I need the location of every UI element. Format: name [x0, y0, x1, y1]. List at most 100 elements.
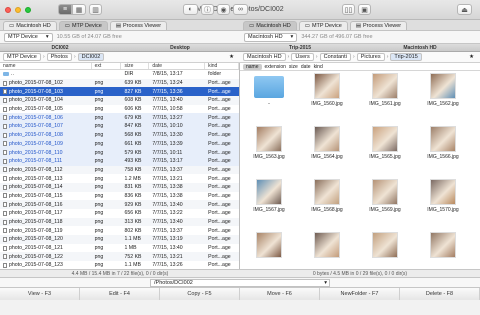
table-row[interactable]: photo_2015-07-08_123 png 1.1 MB 7/7/15, 13:…	[0, 261, 239, 269]
thumbnail-item[interactable]: IMG_1561.jpg	[362, 73, 408, 107]
thumbnail-item[interactable]: IMG_1563.jpg	[246, 126, 292, 160]
col-kind[interactable]: kind	[205, 63, 239, 69]
col-kind[interactable]: kind	[314, 64, 323, 70]
left-file-list[interactable]: name ext size date kind .. DIR 7/8/15, 13:…	[0, 63, 240, 269]
tab-right-macintosh-hd[interactable]: ▭ Macintosh HD	[243, 21, 297, 30]
delete-button[interactable]: Delete - F8	[400, 288, 480, 300]
tab-left-mtp-device[interactable]: ▭ MTP Device	[58, 21, 108, 30]
tab-right-process-viewer[interactable]: ▤ Process Viewer	[349, 21, 408, 30]
thumbnail-item[interactable]: IMG_1570.jpg	[420, 179, 466, 213]
col-extension[interactable]: extension	[265, 64, 286, 70]
thumbnail-item[interactable]: IMG_1568.jpg	[304, 179, 350, 213]
grid-view-button[interactable]: ▦	[72, 4, 86, 15]
cell-ext: png	[94, 201, 104, 208]
path-input[interactable]: /Photos/DCI002 ▾	[150, 278, 330, 287]
thumbnail-item[interactable]	[420, 232, 466, 260]
table-row[interactable]: photo_2015-07-08_107 png 847 KB 7/7/15, 10:…	[0, 122, 239, 131]
crumb-users[interactable]: Users	[291, 53, 314, 61]
move-button[interactable]: Move - F6	[240, 288, 320, 300]
thumbnail-item[interactable]	[362, 232, 408, 260]
right-tabs: ▭ Macintosh HD ▭ MTP Device ▤ Process Viewe…	[240, 20, 480, 30]
split-view-icon[interactable]: ▯▯	[342, 4, 355, 15]
star-icon[interactable]: ★	[229, 54, 234, 60]
table-row[interactable]: photo_2015-07-08_116 png 929 KB 7/7/15, 13:…	[0, 200, 239, 209]
tab-left-process-viewer[interactable]: ▤ Process Viewer	[109, 21, 168, 30]
cell-name: photo_2015-07-08_117	[9, 210, 63, 217]
new-folder-button[interactable]: NewFolder - F7	[320, 288, 400, 300]
table-row[interactable]: photo_2015-07-08_111 png 493 KB 7/7/15, 13:…	[0, 156, 239, 166]
crumb-trip-2015[interactable]: Trip-2015	[390, 53, 422, 61]
col-name[interactable]: name	[0, 63, 92, 69]
left-drive-select[interactable]: MTP Device ▾	[4, 32, 53, 42]
cell-date: 7/7/15, 10:10	[152, 123, 183, 130]
table-row[interactable]: photo_2015-07-08_121 png 1 MB 7/7/15, 13:40…	[0, 244, 239, 253]
table-row[interactable]: photo_2015-07-08_117 png 656 KB 7/7/15, 13:…	[0, 209, 239, 218]
files-icon[interactable]: ▥	[89, 4, 102, 15]
thumbnail-item[interactable]	[246, 232, 292, 260]
cell-ext: png	[94, 175, 104, 182]
table-row[interactable]: photo_2015-07-08_104 png 608 KB 7/7/15, 13:…	[0, 96, 239, 105]
eject-icon[interactable]: ⏏	[457, 4, 472, 15]
list-view-button[interactable]: ≡	[58, 4, 72, 15]
thumbnail-item[interactable]: IMG_1566.jpg	[420, 126, 466, 160]
crumb-mtp-device[interactable]: MTP Device	[3, 53, 41, 61]
table-row[interactable]: photo_2015-07-08_120 png 1.1 MB 7/7/15, 13:…	[0, 235, 239, 244]
table-row[interactable]: photo_2015-07-08_105 png 606 KB 7/7/15, 10:…	[0, 105, 239, 114]
table-row[interactable]: photo_2015-07-08_110 png 579 KB 7/7/15, 10:…	[0, 148, 239, 157]
col-size[interactable]: size	[121, 63, 150, 69]
table-row[interactable]: photo_2015-07-08_112 png 758 KB 7/7/15, 13:…	[0, 165, 239, 175]
table-row[interactable]: photo_2015-07-08_115 png 836 KB 7/7/15, 13:…	[0, 192, 239, 201]
terminal-icon[interactable]: ▣	[358, 4, 371, 15]
crumb-photos[interactable]: Photos	[46, 53, 72, 61]
thumbnail-label: IMG_1566.jpg	[427, 154, 459, 160]
table-row[interactable]: .. DIR 7/8/15, 13:17 folder	[0, 70, 239, 79]
chevron-down-icon[interactable]: ▾	[324, 280, 327, 286]
table-row[interactable]: photo_2015-07-08_108 png 568 KB 7/7/15, 13:…	[0, 130, 239, 140]
disk-icon: ▭	[304, 23, 310, 29]
table-row[interactable]: photo_2015-07-08_103 png 827 KB 7/7/15, 13:…	[0, 87, 239, 97]
right-drive-select[interactable]: Macintosh HD ▾	[244, 32, 298, 42]
cell-kind: Port...age	[208, 166, 231, 173]
table-row[interactable]: photo_2015-07-08_113 png 1.2 MB 7/7/15, 13:…	[0, 174, 239, 183]
crumb-macintosh-hd[interactable]: Macintosh HD	[243, 53, 286, 61]
col-name[interactable]: name	[243, 63, 262, 70]
thumbnail-item[interactable]: IMG_1569.jpg	[362, 179, 408, 213]
table-row[interactable]: photo_2015-07-08_109 png 661 KB 7/7/15, 13:…	[0, 139, 239, 149]
file-icon	[3, 158, 7, 164]
thumbnail-item[interactable]: IMG_1565.jpg	[362, 126, 408, 160]
table-row[interactable]: photo_2015-07-08_114 png 831 KB 7/7/15, 13:…	[0, 182, 239, 192]
thumbnail-item[interactable]: IMG_1560.jpg	[304, 73, 350, 107]
col-date[interactable]: date	[301, 64, 311, 70]
star-icon[interactable]: ★	[469, 54, 474, 60]
table-row[interactable]: photo_2015-07-08_102 png 639 KB 7/7/15, 13:…	[0, 78, 239, 88]
cell-kind: Port...age	[208, 88, 231, 95]
cell-ext: png	[94, 166, 104, 173]
parent-folder-item[interactable]: ..	[246, 73, 292, 106]
crumb-dci002[interactable]: DCI002	[77, 53, 105, 61]
binoculars-icon[interactable]: ∞	[233, 4, 248, 15]
view-button[interactable]: View - F3	[0, 288, 80, 300]
col-ext[interactable]: ext	[92, 63, 122, 69]
table-row[interactable]: photo_2015-07-08_119 png 802 KB 7/7/15, 13:…	[0, 226, 239, 235]
table-row[interactable]: photo_2015-07-08_106 png 679 KB 7/7/15, 13:…	[0, 113, 239, 123]
preview-eye-icon[interactable]: ◉	[217, 4, 230, 15]
crumb-pictures[interactable]: Pictures	[356, 53, 385, 61]
tab-right-mtp-device[interactable]: ▭ MTP Device	[298, 21, 348, 30]
table-row[interactable]: photo_2015-07-08_118 png 313 KB 7/7/15, 13:…	[0, 217, 239, 227]
info-icon[interactable]: ⓘ	[201, 4, 214, 15]
right-thumbnail-view[interactable]: name extension size date kind .. IMG_1560…	[240, 63, 480, 269]
cell-name: photo_2015-07-08_116	[9, 201, 63, 208]
col-size[interactable]: size	[289, 64, 298, 70]
thumbnail-item[interactable]	[304, 232, 350, 260]
crumb-constanti[interactable]: Constanti	[319, 53, 351, 61]
edit-button[interactable]: Edit - F4	[80, 288, 160, 300]
table-row[interactable]: photo_2015-07-08_122 png 752 KB 7/7/15, 13:…	[0, 252, 239, 262]
toggle-hidden-button[interactable]: ◐	[183, 4, 198, 15]
thumbnail-item[interactable]: IMG_1567.jpg	[246, 179, 292, 213]
thumbnail-item[interactable]: IMG_1562.jpg	[420, 73, 466, 107]
col-date[interactable]: date	[149, 63, 206, 69]
thumbnail-item[interactable]: IMG_1564.jpg	[304, 126, 350, 160]
tab-left-macintosh-hd[interactable]: ▭ Macintosh HD	[3, 21, 57, 30]
copy-button[interactable]: Copy - F5	[160, 288, 240, 300]
thumbnail-label: IMG_1562.jpg	[427, 101, 459, 107]
